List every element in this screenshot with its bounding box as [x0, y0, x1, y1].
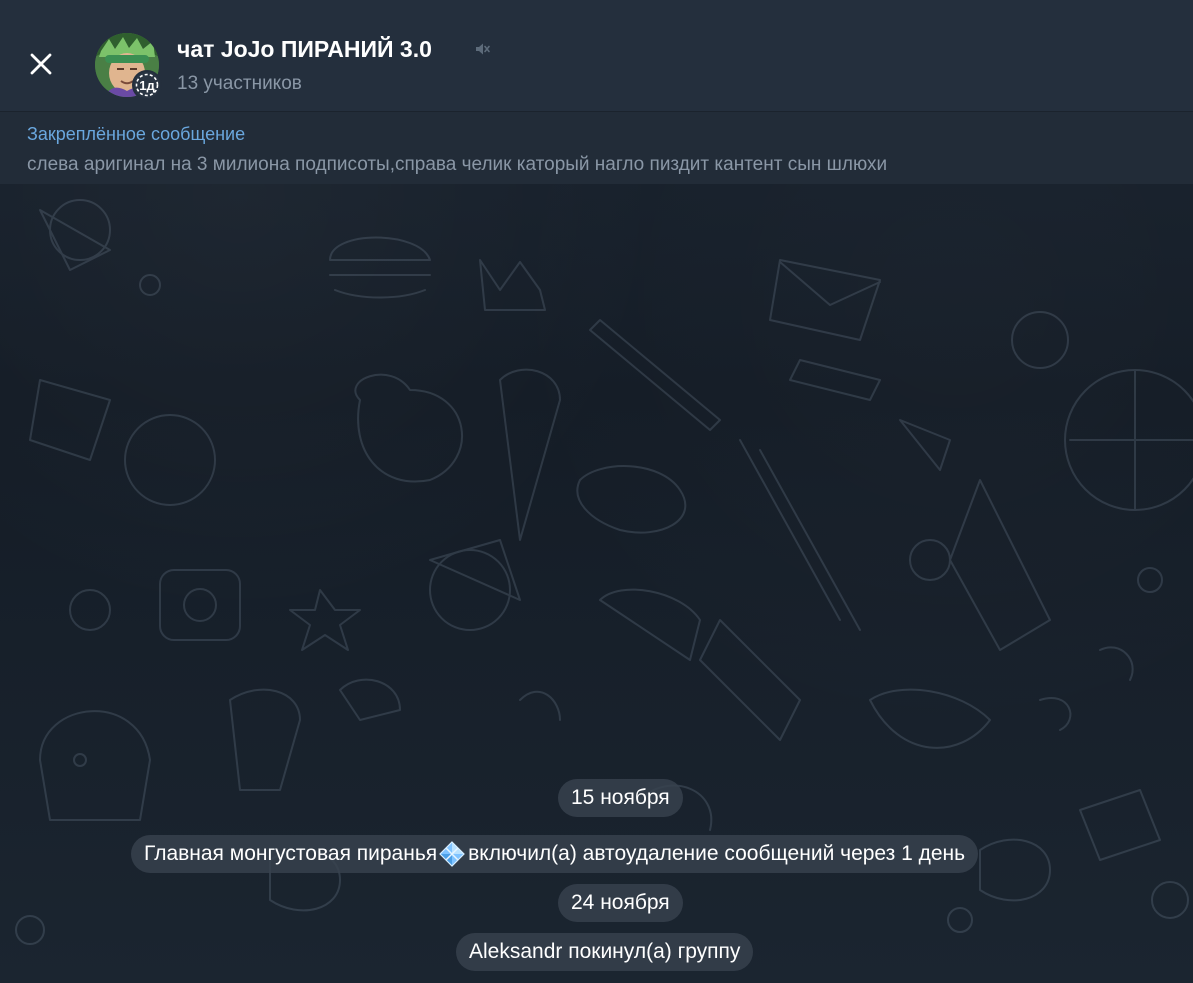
- gem-icon: [439, 841, 465, 867]
- service-message-left-group: Aleksandr покинул(а) группу: [456, 933, 754, 971]
- chat-avatar-container[interactable]: 1д: [95, 33, 162, 100]
- pinned-message-text: слева аригинал на 3 милиона подписоты,сп…: [27, 154, 888, 175]
- pinned-message-label: Закреплённое сообщение: [27, 124, 246, 144]
- pinned-message-bar[interactable]: Закреплённое сообщение слева аригинал на…: [0, 112, 1193, 184]
- timer-label: 1д: [139, 77, 155, 93]
- close-icon: [30, 53, 52, 75]
- date-separator: 24 ноября: [558, 884, 683, 922]
- chat-header: 1д чат JoJo ПИРАНИЙ 3.0 13 участников: [0, 0, 1193, 112]
- close-button[interactable]: [22, 45, 60, 83]
- telegram-chat-window: 1д чат JoJo ПИРАНИЙ 3.0 13 участников За…: [0, 0, 1193, 983]
- date-label: 24 ноября: [571, 891, 670, 914]
- service-actor-name[interactable]: Главная монгустовая пиранья: [144, 835, 437, 873]
- autodelete-timer-badge: 1д: [132, 70, 162, 100]
- date-separator: 15 ноября: [558, 779, 683, 817]
- service-message-text: Aleksandr покинул(а) группу: [469, 940, 741, 963]
- participants-count: 13 участников: [177, 73, 302, 94]
- date-label: 15 ноября: [571, 786, 670, 809]
- chat-title[interactable]: чат JoJo ПИРАНИЙ 3.0: [177, 36, 432, 63]
- mute-icon: [476, 43, 490, 55]
- service-message-text: включил(а) автоудаление сообщений через …: [468, 842, 966, 865]
- service-message-autodelete: Главная монгустовая пиранья включил(а) а…: [131, 835, 979, 873]
